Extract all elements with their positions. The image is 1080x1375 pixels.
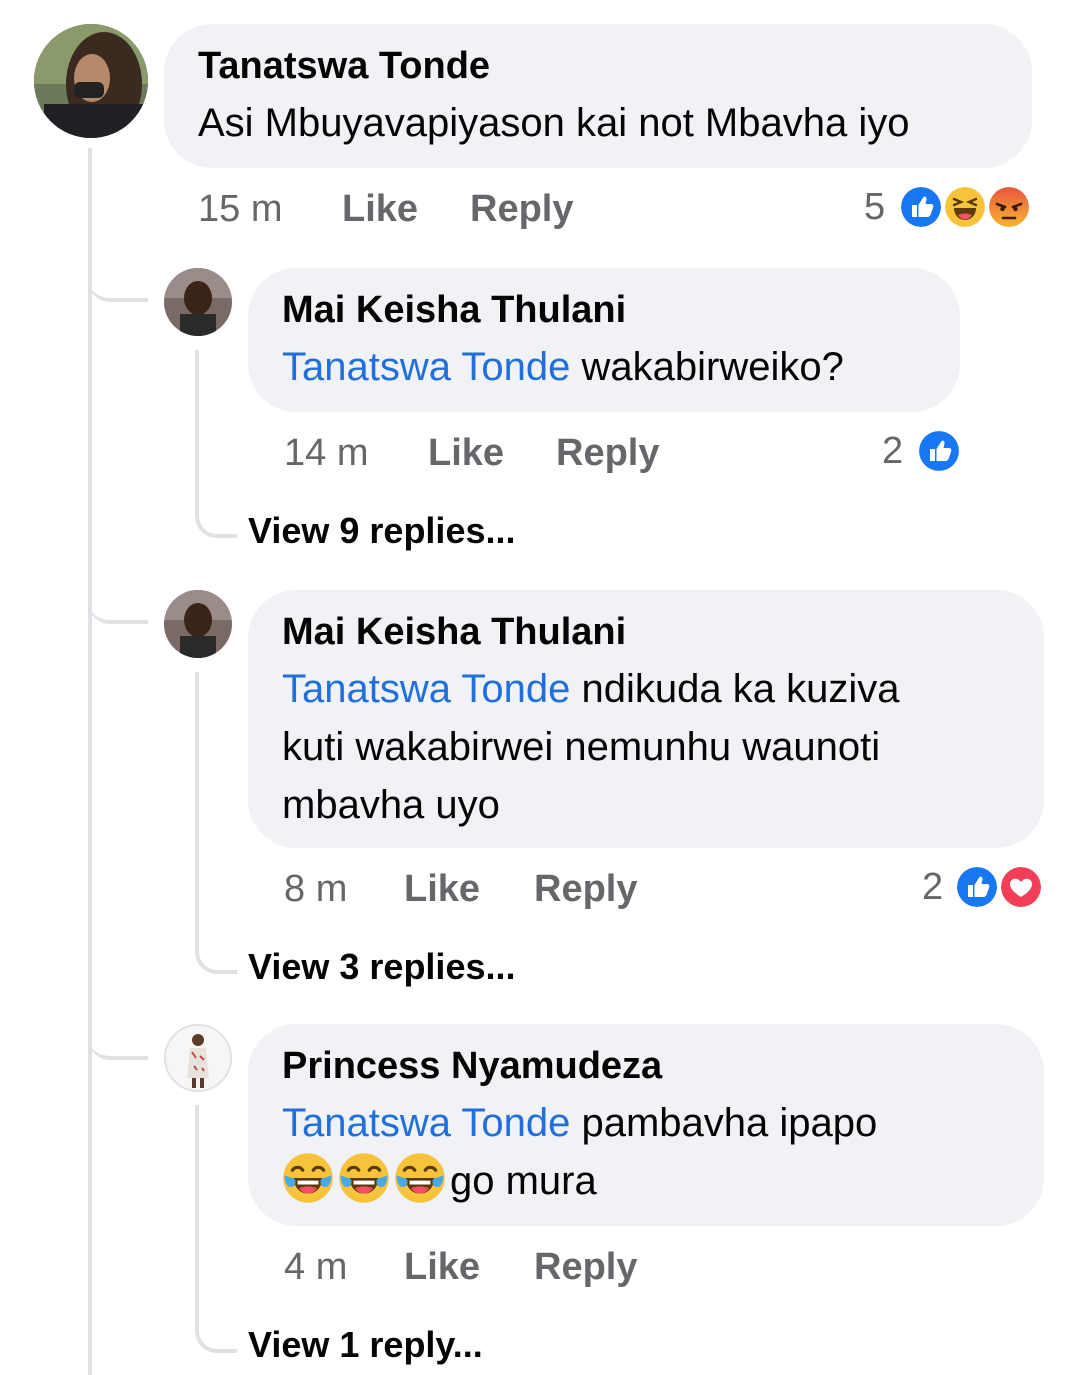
like-button[interactable]: Like	[428, 432, 504, 475]
comment-bubble: Tanatswa Tonde Asi Mbuyavapiyason kai no…	[164, 24, 1032, 168]
reply-text-line1: ndikuda ka kuziva	[581, 667, 900, 711]
reply-text-line2: go mura	[450, 1159, 597, 1203]
avatar[interactable]	[34, 24, 148, 138]
reply-actions: 8 m Like Reply	[284, 868, 704, 914]
reply-text-line2: kuti wakabirwei nemunhu waunoti	[282, 725, 881, 769]
angry-icon	[986, 184, 1032, 230]
reaction-count: 5	[864, 186, 886, 228]
reaction-summary[interactable]: 2	[882, 428, 962, 476]
laughing-crying-emoji	[282, 1152, 334, 1204]
reaction-count: 2	[882, 430, 904, 472]
mention-link[interactable]: Tanatswa Tonde	[282, 1101, 570, 1145]
reply-author[interactable]: Mai Keisha Thulani	[282, 288, 926, 332]
like-icon	[916, 428, 962, 474]
haha-icon	[942, 184, 988, 230]
comment-text: Asi Mbuyavapiyason kai not Mbavha iyo	[198, 101, 910, 145]
reaction-summary[interactable]: 5	[864, 184, 1036, 232]
reply-text: Tanatswa Tonde ndikuda ka kuziva kuti wa…	[282, 660, 1010, 834]
view-replies-link[interactable]: View 1 reply...	[248, 1324, 483, 1366]
reply-button[interactable]: Reply	[556, 432, 659, 475]
avatar-photo	[164, 268, 232, 336]
reply-text: Tanatswa Tonde wakabirweiko?	[282, 338, 926, 396]
reply-author[interactable]: Princess Nyamudeza	[282, 1044, 1010, 1088]
reaction-summary[interactable]: 2	[922, 864, 1048, 912]
thread-line-main	[88, 148, 92, 1375]
reply-time[interactable]: 8 m	[284, 868, 347, 911]
view-replies-link[interactable]: View 3 replies...	[248, 946, 516, 988]
thread-connector-1	[88, 250, 148, 302]
comment-time[interactable]: 15 m	[198, 188, 282, 231]
reply-text: Tanatswa Tonde pambavha ipapo go mura	[282, 1094, 1010, 1210]
reply-time[interactable]: 14 m	[284, 432, 368, 475]
thread-connector-2	[88, 572, 148, 624]
avatar-photo	[166, 1026, 230, 1090]
reply-bubble: Mai Keisha Thulani Tanatswa Tonde wakabi…	[248, 268, 960, 412]
thread-connector-3	[88, 1008, 148, 1060]
avatar[interactable]	[164, 1024, 232, 1092]
reply-button[interactable]: Reply	[534, 1246, 637, 1289]
comment-author[interactable]: Tanatswa Tonde	[198, 44, 998, 88]
avatar-photo	[34, 24, 148, 138]
reaction-count: 2	[922, 866, 944, 908]
reply-text-line3: mbavha uyo	[282, 783, 500, 827]
avatar-photo	[164, 590, 232, 658]
reply-text-body: wakabirweiko?	[581, 345, 844, 389]
reply-bubble: Mai Keisha Thulani Tanatswa Tonde ndikud…	[248, 590, 1044, 848]
mention-link[interactable]: Tanatswa Tonde	[282, 345, 570, 389]
avatar[interactable]	[164, 590, 232, 658]
reply-button[interactable]: Reply	[470, 188, 573, 231]
like-button[interactable]: Like	[342, 188, 418, 231]
reply-button[interactable]: Reply	[534, 868, 637, 911]
reply-text-line1: pambavha ipapo	[581, 1101, 878, 1145]
comment-actions: 15 m Like Reply	[198, 188, 618, 234]
avatar[interactable]	[164, 268, 232, 336]
like-button[interactable]: Like	[404, 1246, 480, 1289]
reply-author[interactable]: Mai Keisha Thulani	[282, 610, 1010, 654]
like-icon	[954, 864, 1000, 910]
laughing-crying-emoji	[394, 1152, 446, 1204]
like-button[interactable]: Like	[404, 868, 480, 911]
reply-thread-connector-3	[195, 1105, 237, 1353]
mention-link[interactable]: Tanatswa Tonde	[282, 667, 570, 711]
reply-thread-connector-1	[195, 350, 237, 538]
view-replies-link[interactable]: View 9 replies...	[248, 510, 516, 552]
love-icon	[998, 864, 1044, 910]
like-icon	[898, 184, 944, 230]
laughing-crying-emoji	[338, 1152, 390, 1204]
reply-time[interactable]: 4 m	[284, 1246, 347, 1289]
reply-thread-connector-2	[195, 672, 237, 974]
reply-bubble: Princess Nyamudeza Tanatswa Tonde pambav…	[248, 1024, 1044, 1226]
reply-actions: 4 m Like Reply	[284, 1246, 704, 1292]
reply-actions: 14 m Like Reply	[284, 432, 704, 478]
